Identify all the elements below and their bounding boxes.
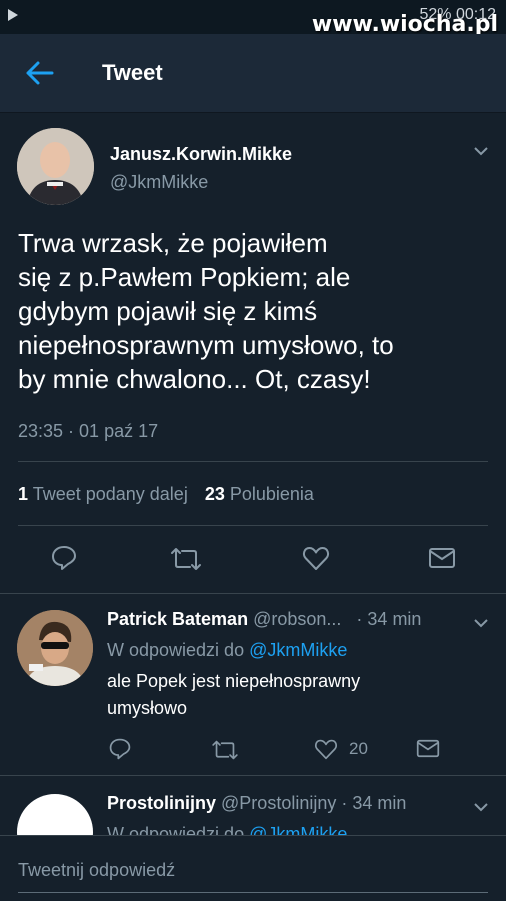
likes-count: 23 bbox=[204, 484, 225, 504]
like-heart-icon[interactable] bbox=[302, 545, 330, 571]
reply-header: Patrick Bateman @robson... · 34 min bbox=[107, 609, 421, 630]
tweet-timestamp: 23:35 · 01 paź 17 bbox=[18, 421, 159, 441]
reply-to-prefix: W odpowiedzi do bbox=[107, 824, 245, 835]
author-display-name[interactable]: Janusz.Korwin.Mikke bbox=[110, 144, 292, 165]
avatar[interactable] bbox=[17, 128, 94, 205]
chevron-down-icon[interactable] bbox=[474, 800, 488, 814]
divider bbox=[0, 593, 506, 594]
reply-time: · 34 min bbox=[341, 793, 407, 813]
reply-to-link[interactable]: @JkmMikke bbox=[249, 824, 347, 835]
compose-reply-bar: Tweetnij odpowiedź bbox=[0, 835, 506, 901]
reply-like-count: 20 bbox=[349, 739, 368, 758]
reply-time: · 34 min bbox=[356, 609, 422, 629]
tweet-text-line: się z p.Pawłem Popkiem; ale bbox=[18, 262, 351, 292]
tweet-text-line: gdybym pojawił się z kimś bbox=[18, 296, 318, 326]
tweet-text-line: niepełnosprawnym umysłowo, to bbox=[18, 330, 394, 360]
likes-stat[interactable]: 23 Polubienia bbox=[205, 484, 314, 504]
reply-to-prefix: W odpowiedzi do bbox=[107, 640, 245, 660]
chevron-down-icon[interactable] bbox=[474, 616, 488, 630]
page-title: Tweet bbox=[102, 60, 163, 85]
divider bbox=[18, 461, 488, 462]
likes-label: Polubienia bbox=[229, 484, 314, 504]
avatar-image bbox=[17, 610, 93, 686]
retweets-stat[interactable]: 1 Tweet podany dalej bbox=[18, 484, 193, 504]
reply-context: W odpowiedzi do @JkmMikke bbox=[107, 824, 347, 835]
reply-to-link[interactable]: @JkmMikke bbox=[249, 640, 347, 660]
tweet-text: Trwa wrzask, że pojawiłem się z p.Pawłem… bbox=[18, 226, 498, 396]
app-header: Tweet bbox=[0, 34, 506, 113]
author-handle[interactable]: @JkmMikke bbox=[110, 172, 208, 193]
reply-text-line: umysłowo bbox=[107, 698, 188, 718]
reply-author-name[interactable]: Patrick Bateman bbox=[107, 609, 248, 629]
reply-text: ale Popek jest niepełnosprawny umysłowo bbox=[107, 668, 360, 722]
chevron-down-icon[interactable] bbox=[474, 144, 488, 158]
back-arrow-icon[interactable] bbox=[24, 59, 54, 87]
play-store-icon bbox=[8, 9, 18, 21]
direct-message-icon[interactable] bbox=[428, 547, 456, 569]
retweet-icon[interactable] bbox=[211, 739, 239, 761]
tweet-stats: 1 Tweet podany dalej 23 Polubienia bbox=[18, 484, 314, 505]
reply-tweet[interactable]: Prostolinijny @Prostolinijny · 34 min W … bbox=[0, 776, 506, 835]
avatar-image bbox=[17, 128, 94, 205]
like-heart-icon[interactable] bbox=[314, 738, 338, 760]
reply-author-handle[interactable]: @Prostolinijny bbox=[221, 793, 336, 813]
reply-author-handle[interactable]: @robson... bbox=[253, 609, 341, 629]
input-underline bbox=[18, 892, 488, 893]
reply-header: Prostolinijny @Prostolinijny · 34 min bbox=[107, 793, 406, 814]
tweet-text-line: by mnie chwalono... Ot, czasy! bbox=[18, 364, 371, 394]
tweet-text-line: Trwa wrzask, że pojawiłem bbox=[18, 228, 328, 258]
reply-icon[interactable] bbox=[108, 737, 132, 761]
avatar[interactable] bbox=[17, 610, 93, 686]
retweets-count: 1 bbox=[18, 484, 29, 504]
divider bbox=[18, 525, 488, 526]
reply-context: W odpowiedzi do @JkmMikke bbox=[107, 640, 347, 661]
retweet-icon[interactable] bbox=[170, 546, 202, 572]
reply-icon[interactable] bbox=[50, 544, 78, 572]
reply-text-line: ale Popek jest niepełnosprawny bbox=[107, 671, 361, 691]
reply-input[interactable]: Tweetnij odpowiedź bbox=[18, 860, 175, 881]
avatar[interactable] bbox=[17, 794, 93, 835]
reply-author-name[interactable]: Prostolinijny bbox=[107, 793, 216, 813]
direct-message-icon[interactable] bbox=[416, 739, 440, 758]
retweets-label: Tweet podany dalej bbox=[32, 484, 188, 504]
